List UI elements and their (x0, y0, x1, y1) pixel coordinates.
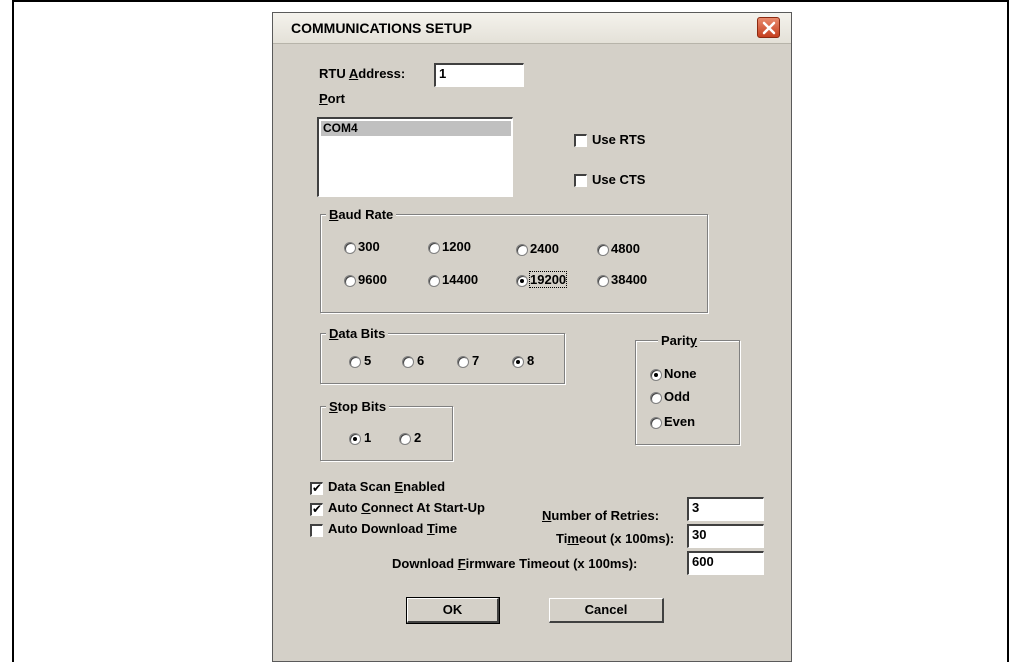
timeout-input[interactable]: 30 (687, 524, 764, 548)
baud-2400-label: 2400 (530, 241, 559, 256)
use-cts-label: Use CTS (592, 172, 646, 187)
parity-none-label: None (664, 366, 697, 381)
data-bits-6-radio[interactable] (402, 356, 414, 368)
stop-bits-label: Stop Bits (326, 399, 390, 414)
data-bits-8-label: 8 (527, 353, 535, 368)
baud-14400-label: 14400 (442, 272, 479, 287)
auto-download-time-checkbox[interactable] (310, 524, 323, 537)
data-bits-7-label: 7 (472, 353, 480, 368)
baud-rate-label: Baud Rate (326, 207, 397, 222)
baud-1200-label: 1200 (442, 239, 471, 254)
parity-odd-label: Odd (664, 389, 690, 404)
baud-1200-radio[interactable] (428, 242, 440, 254)
baud-2400-radio[interactable] (516, 244, 528, 256)
data-bits-8-radio[interactable] (512, 356, 524, 368)
data-bits-5-label: 5 (364, 353, 372, 368)
baud-9600-label: 9600 (358, 272, 387, 287)
rtu-address-input[interactable]: 1 (434, 63, 524, 87)
baud-300-label: 300 (358, 239, 380, 254)
use-rts-label: Use RTS (592, 132, 646, 147)
cancel-button[interactable]: Cancel (549, 598, 664, 623)
retries-label: Number of Retries: (542, 508, 660, 523)
parity-even-radio[interactable] (650, 417, 662, 429)
firmware-timeout-label: Download Firmware Timeout (x 100ms): (392, 556, 638, 571)
baud-300-radio[interactable] (344, 242, 356, 254)
baud-9600-radio[interactable] (344, 275, 356, 287)
baud-4800-label: 4800 (611, 241, 640, 256)
data-bits-label: Data Bits (326, 326, 389, 341)
data-bits-6-label: 6 (417, 353, 425, 368)
data-bits-5-radio[interactable] (349, 356, 361, 368)
ok-button[interactable]: OK (406, 597, 500, 624)
stop-bits-2-label: 2 (414, 430, 422, 445)
auto-download-time-label: Auto Download Time (328, 521, 458, 536)
close-icon (762, 21, 776, 35)
rtu-address-label: RTU Address: (319, 66, 406, 81)
port-listbox[interactable]: COM4 (317, 117, 513, 197)
retries-input[interactable]: 3 (687, 497, 764, 521)
close-button[interactable] (757, 17, 780, 38)
baud-38400-radio[interactable] (597, 275, 609, 287)
data-bits-7-radio[interactable] (457, 356, 469, 368)
use-rts-checkbox[interactable] (574, 134, 587, 147)
timeout-label: Timeout (x 100ms): (556, 531, 675, 546)
baud-38400-label: 38400 (611, 272, 648, 287)
stop-bits-group (320, 406, 453, 461)
page-border-top (12, 0, 1009, 2)
page-border-left (12, 0, 14, 662)
stop-bits-2-radio[interactable] (399, 433, 411, 445)
port-label: Port (319, 91, 346, 106)
data-scan-enabled-checkbox[interactable]: ✔ (310, 481, 323, 495)
parity-label: Parity (658, 333, 701, 348)
auto-connect-label: Auto Connect At Start-Up (328, 500, 485, 515)
stop-bits-1-radio[interactable] (349, 433, 361, 445)
baud-14400-radio[interactable] (428, 275, 440, 287)
baud-19200-radio[interactable] (516, 275, 528, 287)
dialog-title: COMMUNICATIONS SETUP (291, 20, 472, 36)
parity-even-label: Even (664, 414, 696, 429)
parity-none-radio[interactable] (650, 369, 662, 381)
data-scan-enabled-label: Data Scan Enabled (328, 479, 446, 494)
use-cts-checkbox[interactable] (574, 174, 587, 187)
baud-4800-radio[interactable] (597, 244, 609, 256)
parity-odd-radio[interactable] (650, 392, 662, 404)
baud-rate-group (320, 214, 708, 313)
page-border-right (1007, 0, 1009, 662)
baud-19200-label: 19200 (528, 271, 568, 288)
stop-bits-1-label: 1 (364, 430, 372, 445)
firmware-timeout-input[interactable]: 600 (687, 551, 764, 575)
checkmark-icon: ✔ (312, 481, 323, 495)
port-list-item[interactable]: COM4 (321, 121, 511, 136)
communications-setup-dialog: COMMUNICATIONS SETUP RTU Address: 1 Port… (272, 12, 792, 662)
auto-connect-checkbox[interactable]: ✔ (310, 502, 323, 516)
title-bar: COMMUNICATIONS SETUP (273, 13, 791, 44)
checkmark-icon: ✔ (312, 502, 323, 516)
